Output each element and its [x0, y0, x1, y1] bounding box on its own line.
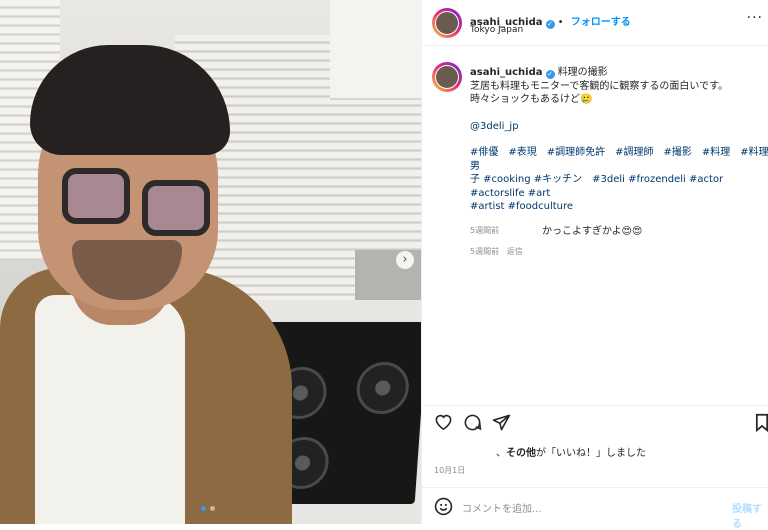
hashtag-line[interactable]: 子 #cooking #キッチン #3deli #frozendeli #act…	[470, 173, 768, 200]
reply-button[interactable]: 返信	[507, 247, 523, 256]
comment-meta: 5週間前 返信	[470, 246, 523, 257]
verified-badge-icon: ✓	[545, 70, 555, 79]
bookmark-icon[interactable]	[755, 413, 768, 432]
caption-avatar[interactable]	[432, 62, 462, 92]
mention-link[interactable]: @3deli_jp	[470, 120, 768, 134]
range-hood	[330, 0, 421, 100]
post-caption: asahi_uchida ✓ 料理の撮影 芝居も料理もモニターで客観的に観察するの…	[470, 66, 768, 237]
heart-icon[interactable]	[434, 413, 453, 431]
hashtag-line[interactable]: #俳優 #表現 #調理師免許 #調理師 #撮影 #料理 #料理男	[470, 146, 768, 173]
more-options-icon[interactable]: ···	[747, 10, 763, 26]
comment-text: かっこよすぎかよ😍😍	[542, 226, 643, 237]
comment-timestamp[interactable]: 5週間前	[470, 247, 499, 256]
next-image-button[interactable]: ›	[396, 251, 414, 269]
likes-prefix: 、	[496, 448, 506, 459]
likes-suffix: が「いいね！」しました	[536, 448, 646, 459]
likes-others-link[interactable]: その他	[506, 448, 536, 459]
comment-input-bar: コメントを追加... 投稿する	[422, 487, 768, 530]
post-photo[interactable]: ›	[0, 0, 421, 524]
follow-button[interactable]: フォローする	[571, 17, 631, 28]
post-side-panel: asahi_uchida ✓ • フォローする Tokyo Japan ··· a…	[421, 0, 768, 530]
comment-icon[interactable]	[463, 413, 482, 432]
avatar[interactable]	[432, 8, 462, 38]
caption-line: 時々ショックもあるけど🥲	[470, 94, 593, 105]
post-comment-button[interactable]: 投稿する	[732, 500, 768, 530]
verified-badge-icon: ✓	[545, 20, 555, 29]
carousel-dot	[210, 506, 215, 511]
likes-summary[interactable]: 、その他が「いいね！」しました	[496, 444, 646, 459]
post-date[interactable]: 10月1日	[434, 465, 465, 476]
action-bar	[422, 405, 768, 440]
caption-line: 料理の撮影	[557, 67, 608, 78]
emoji-icon[interactable]	[434, 497, 453, 516]
caption-username-link[interactable]: asahi_uchida	[470, 67, 543, 78]
hashtag-line[interactable]: #artist #foodculture	[470, 200, 768, 214]
person-shirt	[35, 295, 185, 524]
caption-line: 芝居も料理もモニターで客観的に観察するの面白いです。	[470, 80, 729, 92]
glasses-lens-left	[62, 168, 130, 224]
share-icon[interactable]	[492, 413, 511, 432]
carousel-indicator	[201, 506, 215, 511]
carousel-dot-active	[201, 506, 206, 511]
glasses-lens-right	[142, 180, 210, 236]
post-header: asahi_uchida ✓ • フォローする Tokyo Japan ···	[422, 0, 768, 46]
location-link[interactable]: Tokyo Japan	[470, 25, 523, 35]
burner	[354, 362, 411, 414]
comment-input[interactable]: コメントを追加...	[462, 500, 542, 515]
